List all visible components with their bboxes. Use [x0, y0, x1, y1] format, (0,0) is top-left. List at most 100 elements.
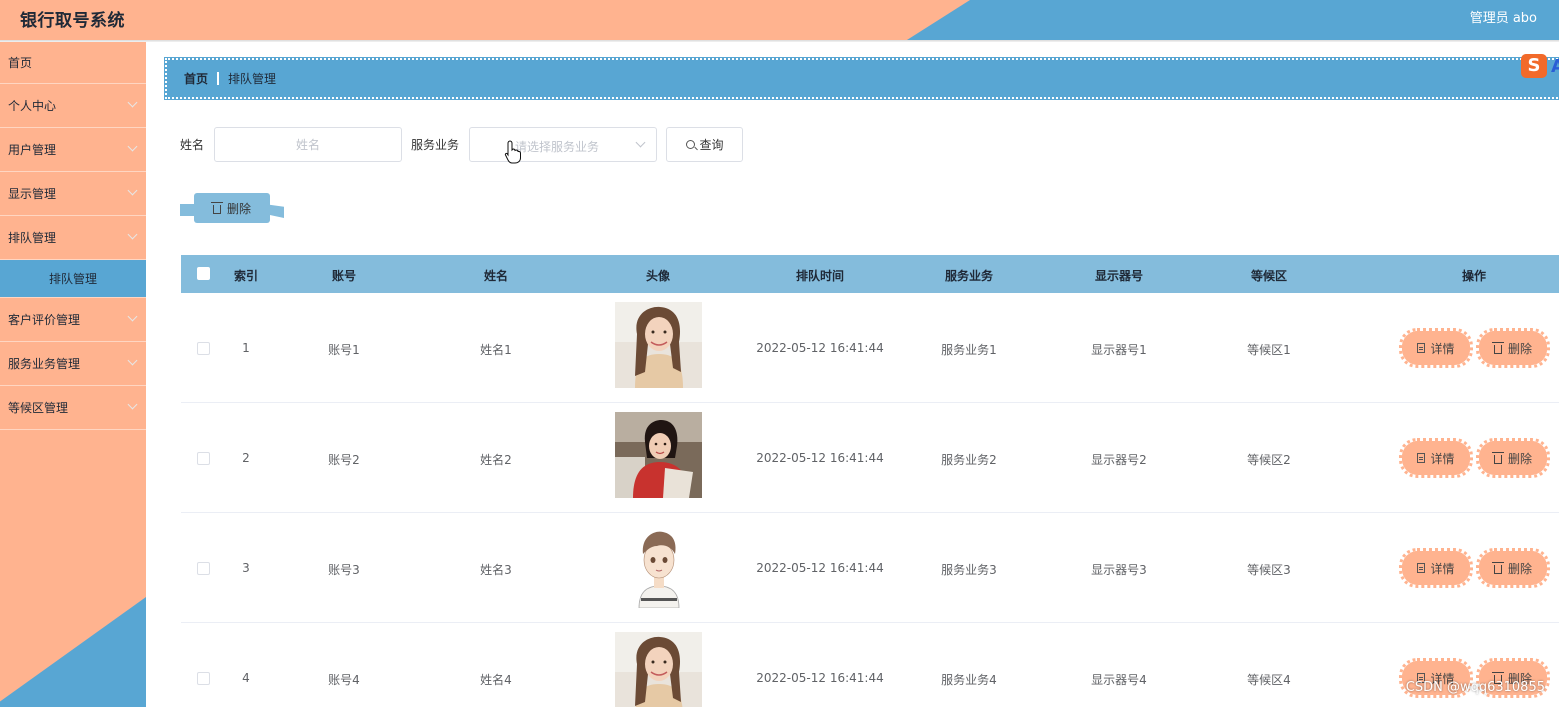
select-all-checkbox[interactable]: [197, 267, 210, 280]
cell-service: 服务业务3: [941, 563, 997, 577]
sidebar-subitem-queue-management[interactable]: 排队管理: [0, 260, 146, 298]
header-service: 服务业务: [944, 269, 993, 283]
header-name: 姓名: [483, 269, 508, 283]
header-display-no: 显示器号: [1094, 269, 1143, 283]
query-button[interactable]: 查询: [666, 126, 744, 162]
service-select[interactable]: 请选择服务业务: [469, 126, 658, 162]
cell-index: 3: [242, 561, 250, 575]
top-header: 银行取号系统 管理员 abo: [0, 0, 1559, 40]
cell-name: 姓名3: [480, 563, 512, 577]
sidebar-item-display-management[interactable]: 显示管理: [0, 172, 146, 216]
delete-button[interactable]: 删除: [1476, 438, 1550, 478]
service-label: 服务业务: [411, 137, 460, 152]
chevron-down-icon: [127, 311, 138, 322]
chevron-down-icon: [127, 141, 138, 152]
cell-service: 服务业务4: [941, 673, 997, 687]
cell-account: 账号4: [328, 673, 360, 687]
sogou-icon[interactable]: S: [1521, 54, 1547, 78]
delete-button[interactable]: 删除: [1476, 548, 1550, 588]
chevron-down-icon: [127, 355, 138, 366]
sidebar-item-label: 排队管理: [48, 272, 97, 286]
header-peach-band: [0, 0, 970, 40]
row-checkbox[interactable]: [197, 452, 210, 465]
breadcrumb: 首页 排队管理: [164, 57, 1559, 100]
table-row[interactable]: 4 账号4 姓名4 2022-05-12 16:41:44 服务业务4 显示器号…: [181, 623, 1559, 707]
batch-delete-button[interactable]: 删除: [180, 192, 284, 226]
cell-account: 账号1: [328, 343, 360, 357]
table-row[interactable]: 2 账号2 姓名2 2022-05-12 16:41:44 服务业务2 显示器号…: [181, 403, 1559, 513]
breadcrumb-separator: [217, 72, 220, 85]
table-row[interactable]: 1 账号1 姓名1 2022-05-12 16:41:44 服务业务1 显示器号…: [181, 293, 1559, 403]
queue-table: 索引 账号 姓名 头像 排队时间 服务业务 显示器号 等候区 操作 1 账号1 …: [181, 255, 1559, 707]
document-icon: [1417, 343, 1426, 353]
sidebar-item-service-business[interactable]: 服务业务管理: [0, 342, 146, 386]
document-icon: [1417, 563, 1426, 573]
cell-display-no: 显示器号4: [1091, 673, 1147, 687]
sidebar-corner-decoration: [0, 597, 146, 707]
trash-icon: [210, 201, 223, 214]
name-placeholder: 姓名: [296, 137, 321, 152]
sidebar-item-waiting-area[interactable]: 等候区管理: [0, 386, 146, 430]
name-input[interactable]: 姓名: [214, 126, 403, 162]
cell-display-no: 显示器号3: [1091, 563, 1147, 577]
header-actions: 操作: [1461, 269, 1486, 283]
cell-queue-time: 2022-05-12 16:41:44: [756, 671, 884, 685]
sidebar-item-personal-center[interactable]: 个人中心: [0, 84, 146, 128]
sidebar-item-label: 用户管理: [8, 143, 57, 157]
hand-cursor-icon: [504, 140, 521, 164]
document-icon: [1417, 453, 1426, 463]
sidebar: 首页 个人中心 用户管理 显示管理 排队管理 排队管理 客户评价管理 服务业务管…: [0, 42, 146, 707]
sidebar-item-home[interactable]: 首页: [0, 42, 146, 84]
cell-display-no: 显示器号2: [1091, 453, 1147, 467]
detail-label: 详情: [1430, 451, 1455, 466]
cell-service: 服务业务2: [941, 453, 997, 467]
sidebar-item-label: 首页: [8, 56, 33, 70]
cell-waiting-area: 等候区3: [1247, 563, 1291, 577]
avatar: [615, 412, 702, 498]
cell-name: 姓名1: [480, 343, 512, 357]
row-checkbox[interactable]: [197, 562, 210, 575]
search-icon: [685, 139, 695, 149]
header-account: 账号: [331, 269, 356, 283]
breadcrumb-home[interactable]: 首页: [184, 70, 208, 87]
cell-index: 1: [242, 341, 250, 355]
search-bar: 姓名 姓名 服务业务 请选择服务业务 查询: [180, 126, 744, 162]
cell-name: 姓名4: [480, 673, 512, 687]
row-checkbox[interactable]: [197, 342, 210, 355]
detail-button[interactable]: 详情: [1399, 328, 1473, 368]
sidebar-item-label: 等候区管理: [8, 401, 69, 415]
query-label: 查询: [699, 137, 724, 152]
sidebar-item-label: 客户评价管理: [8, 313, 81, 327]
detail-label: 详情: [1430, 341, 1455, 356]
cell-name: 姓名2: [480, 453, 512, 467]
delete-label: 删除: [1507, 451, 1532, 466]
cell-waiting-area: 等候区2: [1247, 453, 1291, 467]
sidebar-item-user-management[interactable]: 用户管理: [0, 128, 146, 172]
row-checkbox[interactable]: [197, 672, 210, 685]
service-placeholder: 请选择服务业务: [515, 139, 600, 154]
cell-index: 2: [242, 451, 250, 465]
cell-waiting-area: 等候区4: [1247, 673, 1291, 687]
cell-index: 4: [242, 671, 250, 685]
table-row[interactable]: 3 账号3 姓名3 2022-05-12 16:41:44 服务业务3 显示器号…: [181, 513, 1559, 623]
header-avatar: 头像: [645, 269, 670, 283]
detail-button[interactable]: 详情: [1399, 548, 1473, 588]
delete-label: 删除: [1507, 561, 1532, 576]
delete-button[interactable]: 删除: [1476, 328, 1550, 368]
cell-waiting-area: 等候区1: [1247, 343, 1291, 357]
header-index: 索引: [233, 269, 258, 283]
delete-label: 删除: [1507, 341, 1532, 356]
chevron-down-icon: [127, 399, 138, 410]
user-label[interactable]: 管理员 abo: [1470, 7, 1537, 26]
batch-delete-body: 删除: [194, 193, 270, 223]
chevron-down-icon: [635, 137, 646, 147]
sidebar-item-queue-management[interactable]: 排队管理: [0, 216, 146, 260]
cell-service: 服务业务1: [941, 343, 997, 357]
watermark: CSDN @wqq6310855: [1405, 680, 1545, 695]
detail-button[interactable]: 详情: [1399, 438, 1473, 478]
cell-display-no: 显示器号1: [1091, 343, 1147, 357]
cell-queue-time: 2022-05-12 16:41:44: [756, 341, 884, 355]
sidebar-item-customer-review[interactable]: 客户评价管理: [0, 298, 146, 342]
breadcrumb-current: 排队管理: [228, 72, 277, 86]
avatar: [615, 302, 702, 388]
